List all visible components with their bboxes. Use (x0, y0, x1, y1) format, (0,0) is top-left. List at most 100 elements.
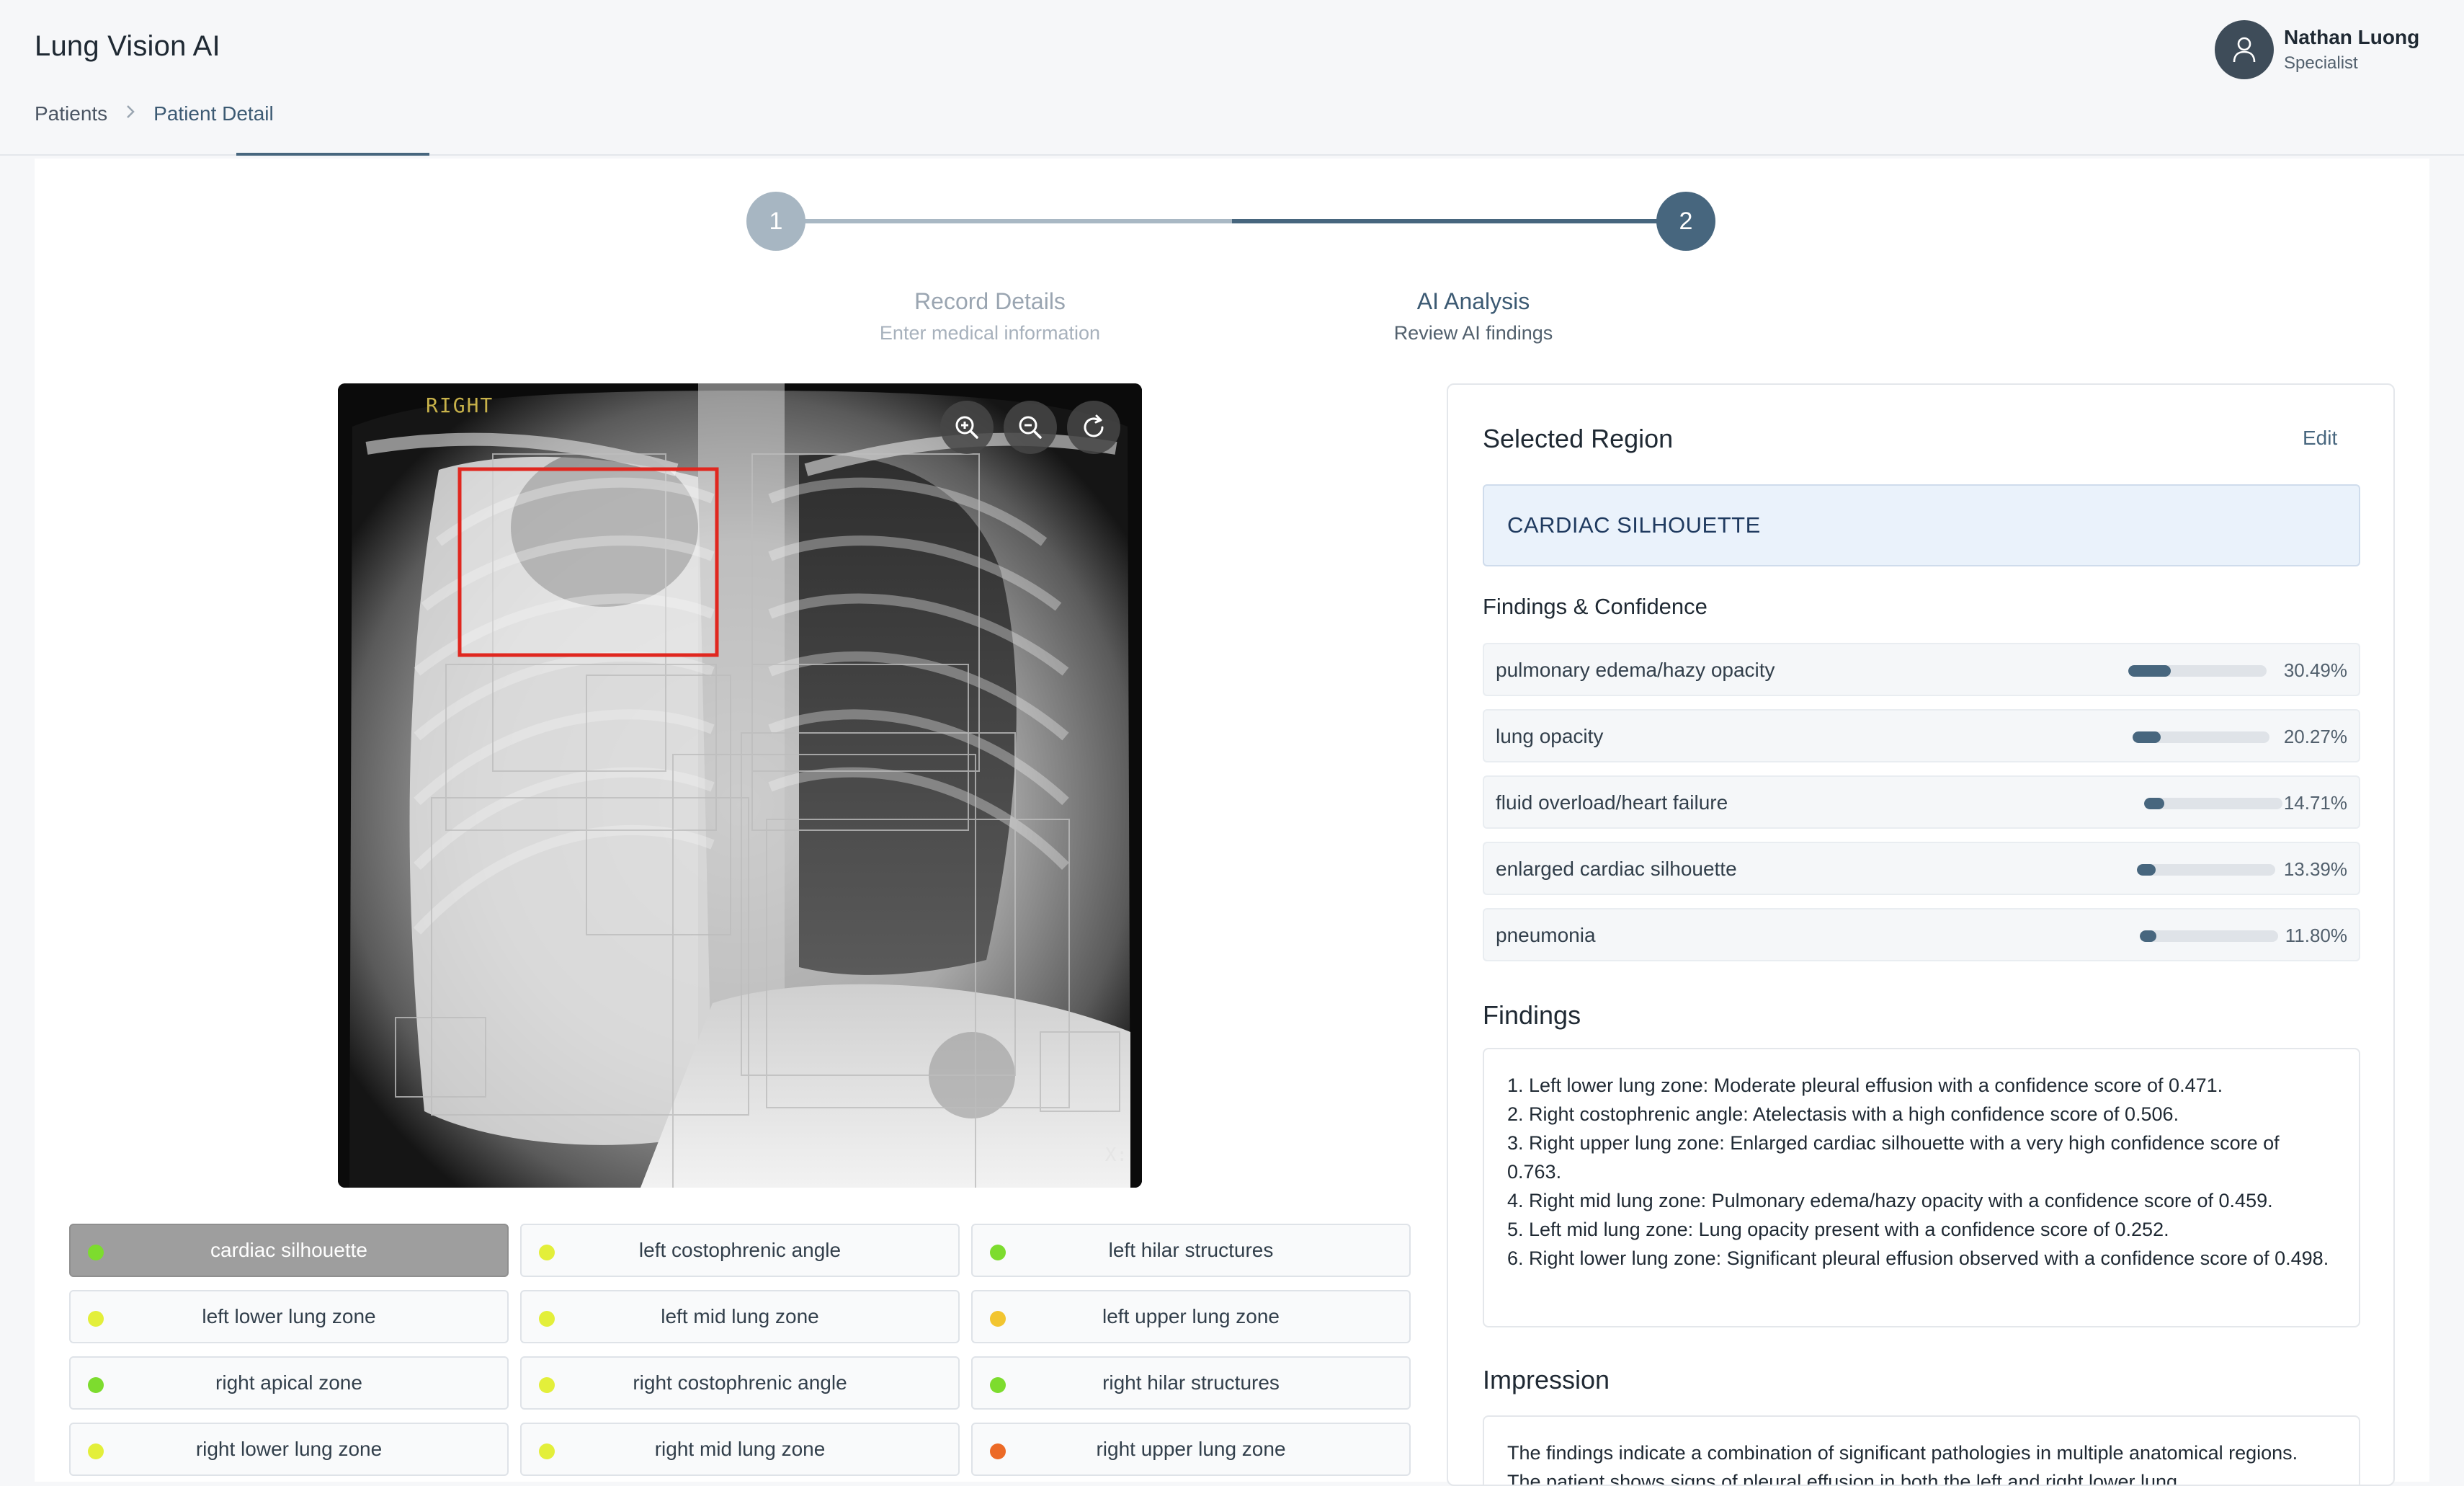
region-status-dot (990, 1245, 1006, 1260)
region-chip-label: left costophrenic angle (638, 1239, 842, 1261)
confidence-label: pulmonary edema/hazy opacity (1496, 659, 1775, 681)
region-chip-right-upper-lung-zone[interactable]: right upper lung zone (971, 1423, 1411, 1476)
region-status-dot (539, 1377, 555, 1393)
confidence-bar (2144, 798, 2282, 809)
region-chip-left-upper-lung-zone[interactable]: left upper lung zone (971, 1290, 1411, 1343)
finding-item: 4. Right mid lung zone: Pulmonary edema/… (1507, 1190, 2273, 1211)
breadcrumb: Patients Patient Detail (35, 102, 274, 125)
region-chip-label: left hilar structures (1108, 1239, 1274, 1261)
impression-text: The findings indicate a combination of s… (1507, 1442, 2298, 1486)
confidence-value: 14.71% (2283, 792, 2347, 814)
region-status-dot (539, 1245, 555, 1260)
region-chip-right-lower-lung-zone[interactable]: right lower lung zone (69, 1423, 509, 1476)
region-selector: cardiac silhouette left costophrenic ang… (69, 1224, 1411, 1476)
findings-confidence-title: Findings & Confidence (1483, 594, 1708, 619)
reset-view-button[interactable] (1067, 401, 1120, 454)
step-2-title: AI Analysis (1416, 288, 1530, 314)
region-chip-left-costophrenic-angle[interactable]: left costophrenic angle (520, 1224, 960, 1277)
confidence-label: lung opacity (1496, 725, 1604, 747)
confidence-bar-fill (2144, 798, 2165, 809)
confidence-bar (2140, 930, 2278, 942)
region-status-dot (88, 1377, 104, 1393)
panel-title: Selected Region (1483, 424, 1674, 453)
confidence-value: 13.39% (2283, 858, 2347, 880)
avatar[interactable] (2215, 20, 2274, 79)
region-chip-cardiac-silhouette[interactable]: cardiac silhouette (69, 1224, 509, 1277)
region-status-dot (88, 1443, 104, 1459)
confidence-label: enlarged cardiac silhouette (1496, 858, 1737, 880)
confidence-bar (2128, 665, 2267, 677)
zoom-in-icon (955, 416, 978, 439)
region-status-dot (990, 1377, 1006, 1393)
step-1-subtitle: Enter medical information (879, 322, 1101, 344)
chest-xray-image (338, 383, 1142, 1188)
confidence-bar-fill (2140, 930, 2156, 942)
confidence-bar-fill (2128, 665, 2171, 677)
step-1-title: Record Details (914, 288, 1066, 314)
region-status-dot (88, 1245, 104, 1260)
confidence-bar-fill (2137, 864, 2156, 876)
user-profile[interactable]: Nathan Luong Specialist (2215, 20, 2419, 79)
stepper-progress-line-active (1232, 219, 1682, 223)
region-chip-left-lower-lung-zone[interactable]: left lower lung zone (69, 1290, 509, 1343)
finding-item: 1. Left lower lung zone: Moderate pleura… (1507, 1075, 2223, 1096)
xray-corner-label: X: (1104, 1144, 1128, 1166)
zoom-out-button[interactable] (1004, 401, 1057, 454)
reset-icon (1084, 414, 1104, 437)
active-tab-indicator (236, 153, 429, 156)
impression-text-box: The findings indicate a combination of s… (1483, 1415, 2360, 1486)
region-chip-label: right mid lung zone (654, 1438, 826, 1460)
edit-button[interactable]: Edit (2303, 427, 2337, 450)
confidence-value: 20.27% (2283, 726, 2347, 747)
region-chip-right-hilar-structures[interactable]: right hilar structures (971, 1356, 1411, 1410)
breadcrumb-patients[interactable]: Patients (35, 102, 107, 125)
confidence-row: fluid overload/heart failure 14.71% (1483, 775, 2360, 829)
region-chip-right-costophrenic-angle[interactable]: right costophrenic angle (520, 1356, 960, 1410)
region-chip-right-apical-zone[interactable]: right apical zone (69, 1356, 509, 1410)
breadcrumb-patient-detail[interactable]: Patient Detail (153, 102, 274, 125)
region-chip-label: left lower lung zone (202, 1305, 376, 1327)
region-chip-label: right lower lung zone (195, 1438, 383, 1460)
confidence-label: pneumonia (1496, 924, 1596, 946)
step-2-circle[interactable]: 2 (1656, 192, 1715, 251)
findings-text-box: 1. Left lower lung zone: Moderate pleura… (1483, 1048, 2360, 1327)
region-chip-label: cardiac silhouette (210, 1239, 367, 1261)
user-name: Nathan Luong (2284, 26, 2420, 48)
selected-region-panel: Selected Region Edit CARDIAC SILHOUETTE … (1447, 383, 2395, 1486)
confidence-bar (2137, 864, 2275, 876)
region-chip-left-mid-lung-zone[interactable]: left mid lung zone (520, 1290, 960, 1343)
region-status-dot (88, 1311, 104, 1327)
step-2-subtitle: Review AI findings (1393, 322, 1553, 344)
confidence-row: pneumonia 11.80% (1483, 908, 2360, 961)
region-chip-left-hilar-structures[interactable]: left hilar structures (971, 1224, 1411, 1277)
confidence-row: enlarged cardiac silhouette 13.39% (1483, 842, 2360, 895)
findings-title: Findings (1483, 1000, 1581, 1030)
finding-item: 2. Right costophrenic angle: Atelectasis… (1507, 1103, 2179, 1125)
xray-viewer[interactable]: RIGHT X: (338, 383, 1142, 1188)
region-chip-right-mid-lung-zone[interactable]: right mid lung zone (520, 1423, 960, 1476)
region-chip-label: right apical zone (215, 1371, 362, 1394)
step-2-label[interactable]: AI Analysis Review AI findings (1293, 288, 1653, 344)
zoom-out-icon (1019, 416, 1042, 439)
region-status-dot (990, 1443, 1006, 1459)
confidence-bar (2133, 731, 2269, 743)
user-role: Specialist (2284, 53, 2358, 73)
finding-item: 3. Right upper lung zone: Enlarged cardi… (1507, 1132, 2280, 1183)
confidence-row: lung opacity 20.27% (1483, 709, 2360, 762)
region-chip-label: right costophrenic angle (633, 1371, 847, 1394)
chevron-right-icon (125, 103, 136, 125)
step-1-label[interactable]: Record Details Enter medical information (810, 288, 1170, 344)
region-chip-label: left mid lung zone (661, 1305, 819, 1327)
zoom-in-button[interactable] (940, 401, 994, 454)
confidence-list: pulmonary edema/hazy opacity 30.49% lung… (1483, 643, 2360, 974)
step-1-circle[interactable]: 1 (746, 192, 805, 251)
selected-region-name: CARDIAC SILHOUETTE (1483, 484, 2360, 566)
selected-region-box (457, 467, 719, 657)
confidence-bar-fill (2133, 731, 2161, 743)
xray-side-label: RIGHT (426, 393, 494, 417)
user-icon (2233, 37, 2256, 63)
confidence-row: pulmonary edema/hazy opacity 30.49% (1483, 643, 2360, 696)
confidence-value: 11.80% (2285, 925, 2347, 946)
finding-item: 5. Left mid lung zone: Lung opacity pres… (1507, 1219, 2169, 1240)
impression-title: Impression (1483, 1365, 1610, 1394)
